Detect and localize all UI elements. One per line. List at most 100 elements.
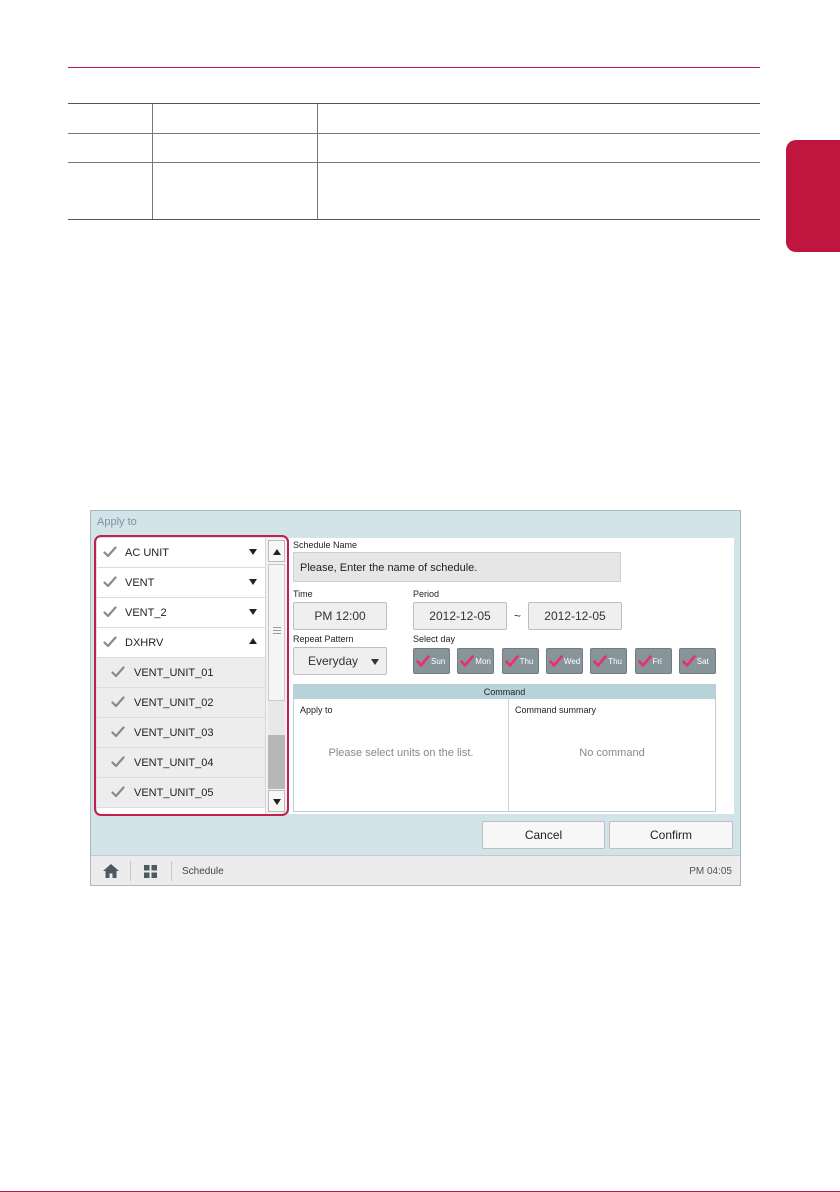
grip-icon — [273, 627, 281, 634]
period-label: Period — [413, 589, 440, 599]
unit-label: VENT — [125, 577, 155, 589]
period-end-button[interactable]: 2012-12-05 — [528, 602, 622, 630]
schedule-name-label: Schedule Name — [293, 540, 358, 550]
day-label: Wed — [563, 657, 581, 666]
unit-label: VENT_UNIT_05 — [134, 787, 214, 799]
unit-list-item[interactable]: VENT_2 — [97, 598, 265, 628]
table-cell — [68, 162, 152, 220]
day-label: Sun — [431, 657, 446, 666]
status-separator — [130, 861, 131, 881]
expand-arrow-icon[interactable] — [249, 609, 257, 615]
day-toggle[interactable]: Fri — [634, 648, 672, 674]
command-header: Command — [294, 685, 715, 699]
unit-label: VENT_2 — [125, 607, 167, 619]
status-separator — [171, 861, 172, 881]
table-cell — [68, 133, 152, 163]
scroll-thumb[interactable] — [268, 564, 285, 701]
unit-list-item[interactable]: VENT_UNIT_05 — [97, 778, 265, 808]
unit-label: VENT_UNIT_02 — [134, 697, 214, 709]
unit-list-item[interactable]: VENT_UNIT_04 — [97, 748, 265, 778]
breadcrumb: Schedule — [182, 866, 224, 877]
table-row — [68, 133, 760, 163]
scroll-lower-region[interactable] — [268, 735, 285, 789]
unit-list-item[interactable]: AC UNIT — [97, 538, 265, 568]
checkmark-icon — [103, 546, 117, 558]
grid-menu-icon[interactable] — [144, 865, 157, 878]
screen-title: Apply to — [97, 516, 137, 528]
schedule-name-input[interactable]: Please, Enter the name of schedule. — [293, 552, 621, 582]
repeat-pattern-select[interactable]: Everyday — [293, 647, 387, 675]
unit-label: VENT_UNIT_01 — [134, 667, 214, 679]
table-row — [68, 103, 760, 134]
unit-label: DXHRV — [125, 637, 164, 649]
cancel-button[interactable]: Cancel — [482, 821, 605, 849]
unit-list-item[interactable]: VENT_UNIT_02 — [97, 688, 265, 718]
checkmark-icon — [103, 636, 117, 648]
checkmark-icon — [103, 576, 117, 588]
table-cell — [151, 103, 317, 134]
day-label: Fri — [652, 657, 662, 666]
checkmark-icon — [504, 655, 519, 667]
table-row — [68, 162, 760, 220]
apply-to-title: Apply to — [300, 705, 333, 715]
table-cell — [316, 133, 760, 163]
command-summary-message: No command — [579, 747, 645, 759]
checkmark-icon — [460, 655, 475, 667]
period-start-button[interactable]: 2012-12-05 — [413, 602, 507, 630]
command-summary: Command summary No command — [509, 699, 715, 811]
day-toggle[interactable]: Sat — [678, 648, 716, 674]
arrow-up-icon — [273, 549, 281, 555]
day-label: Thu — [519, 657, 534, 666]
command-summary-title: Command summary — [515, 705, 597, 715]
checkmark-icon — [416, 655, 430, 667]
table-cell — [151, 162, 317, 220]
day-toggle[interactable]: Thu — [590, 648, 628, 674]
checkmark-icon — [111, 696, 125, 708]
schedule-form: Schedule Name Please, Enter the name of … — [289, 538, 734, 814]
unit-list-item[interactable]: VENT_UNIT_03 — [97, 718, 265, 748]
checkmark-icon — [111, 786, 125, 798]
unit-label: VENT_UNIT_03 — [134, 727, 214, 739]
time-button[interactable]: PM 12:00 — [293, 602, 387, 630]
confirm-button[interactable]: Confirm — [609, 821, 733, 849]
scroll-up-button[interactable] — [268, 540, 285, 562]
apply-to-message: Please select units on the list. — [328, 747, 474, 759]
arrow-down-icon — [273, 799, 281, 805]
expand-arrow-icon[interactable] — [249, 549, 257, 555]
day-toggle[interactable]: Mon — [457, 648, 495, 674]
day-toggle[interactable]: Thu — [501, 648, 539, 674]
checkmark-icon — [111, 666, 125, 678]
day-toggle[interactable]: Wed — [545, 648, 583, 674]
expand-arrow-icon[interactable] — [249, 579, 257, 585]
table-cell — [316, 162, 760, 220]
day-toggle[interactable]: Sun — [413, 648, 450, 674]
list-scrollbar[interactable] — [265, 538, 287, 814]
checkmark-icon — [111, 726, 125, 738]
collapse-arrow-icon[interactable] — [249, 638, 257, 644]
header-rule — [68, 67, 760, 68]
chapter-tab — [786, 140, 840, 252]
chevron-down-icon — [371, 659, 379, 665]
day-label: Mon — [475, 657, 491, 666]
doc-table — [68, 103, 760, 220]
day-label: Thu — [608, 657, 622, 666]
repeat-pattern-label: Repeat Pattern — [293, 634, 354, 644]
checkmark-icon — [593, 655, 607, 667]
home-icon[interactable] — [103, 864, 119, 878]
time-label: Time — [293, 589, 313, 599]
unit-list-item[interactable]: DXHRV — [97, 628, 265, 658]
clock: PM 04:05 — [689, 866, 732, 877]
unit-list: AC UNIT VENT VENT_2 DXHRV VENT_UNIT_01 VENT_U… — [97, 538, 287, 814]
table-cell — [151, 133, 317, 163]
schedule-screen: Apply to AC UNIT VENT VENT_2 DXHRV VENT_UNIT… — [90, 510, 741, 886]
repeat-pattern-value: Everyday — [308, 654, 359, 668]
scroll-down-button[interactable] — [268, 790, 285, 812]
checkmark-icon — [103, 606, 117, 618]
status-bar: Schedule PM 04:05 — [91, 855, 740, 885]
checkmark-icon — [681, 655, 696, 667]
unit-list-item[interactable]: VENT — [97, 568, 265, 598]
table-cell — [68, 103, 152, 134]
unit-list-item[interactable]: VENT_UNIT_01 — [97, 658, 265, 688]
period-separator: ~ — [514, 609, 522, 623]
checkmark-icon — [111, 756, 125, 768]
